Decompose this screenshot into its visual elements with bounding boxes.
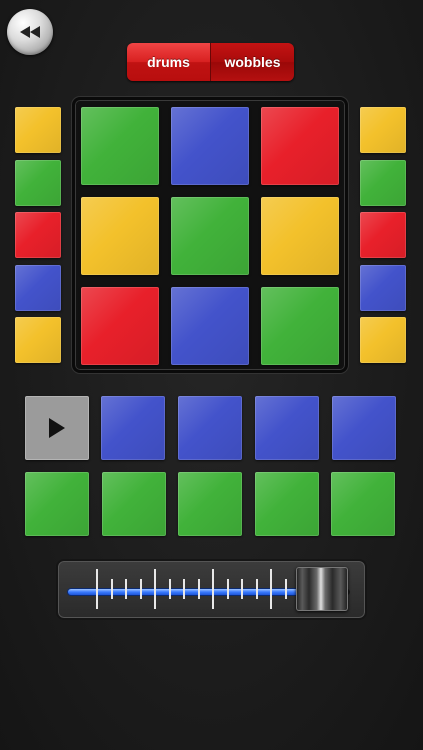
grid-pad-r2-c1[interactable] [81, 197, 159, 275]
mode-wobbles-button[interactable]: wobbles [211, 43, 294, 81]
slider-tick [197, 579, 200, 599]
slider-tick [270, 569, 272, 609]
slider-tick [212, 569, 214, 609]
right-pad-4[interactable] [360, 264, 406, 311]
sequencer-pad-2-4[interactable] [254, 472, 319, 536]
left-pad-2[interactable] [15, 159, 61, 206]
slider-tick [168, 579, 171, 599]
rewind-button[interactable] [7, 9, 53, 55]
grid-pad-r3-c1[interactable] [81, 287, 159, 365]
slider-tick [96, 569, 98, 609]
grid-pad-r3-c2[interactable] [171, 287, 249, 365]
left-pad-3[interactable] [15, 212, 61, 258]
play-button[interactable] [25, 396, 89, 460]
mode-switch: drums wobbles [127, 43, 294, 81]
play-icon [49, 418, 65, 438]
grid-pad-r1-c1[interactable] [81, 107, 159, 185]
sequencer-pad-1-5[interactable] [332, 396, 396, 460]
grid-pad-r1-c2[interactable] [171, 107, 249, 185]
slider-tick [110, 579, 113, 599]
slider-tick [226, 579, 229, 599]
right-pad-1[interactable] [360, 107, 406, 153]
slider-tick [139, 579, 142, 599]
slider-tick [241, 579, 243, 599]
left-pad-4[interactable] [15, 264, 61, 311]
grid-pad-r2-c2[interactable] [171, 197, 249, 275]
mode-drums-button[interactable]: drums [127, 43, 210, 81]
right-pad-3[interactable] [360, 212, 406, 258]
right-pad-5[interactable] [360, 317, 406, 363]
grid-pad-r1-c3[interactable] [261, 107, 339, 185]
sequencer-pad-1-4[interactable] [255, 396, 319, 460]
slider-tick [284, 579, 287, 599]
rewind-icon [20, 26, 40, 38]
left-pad-5[interactable] [15, 317, 61, 363]
grid-pad-r3-c3[interactable] [261, 287, 339, 365]
sequencer-pad-1-3[interactable] [178, 396, 242, 460]
slider-tick [255, 579, 258, 599]
slider-tick [183, 579, 185, 599]
slider-tick [125, 579, 127, 599]
sequencer-pad-1-2[interactable] [101, 396, 165, 460]
right-pad-2[interactable] [360, 159, 406, 206]
sequencer-pad-2-2[interactable] [101, 472, 166, 536]
left-pad-1[interactable] [15, 107, 61, 153]
volume-slider[interactable] [56, 559, 367, 620]
sequencer-pad-2-1[interactable] [25, 472, 89, 536]
sequencer-pad-2-5[interactable] [331, 472, 395, 536]
grid-pad-r2-c3[interactable] [261, 197, 339, 275]
slider-knob[interactable] [296, 567, 348, 611]
slider-tick [154, 569, 156, 609]
sequencer-pad-2-3[interactable] [178, 472, 242, 536]
